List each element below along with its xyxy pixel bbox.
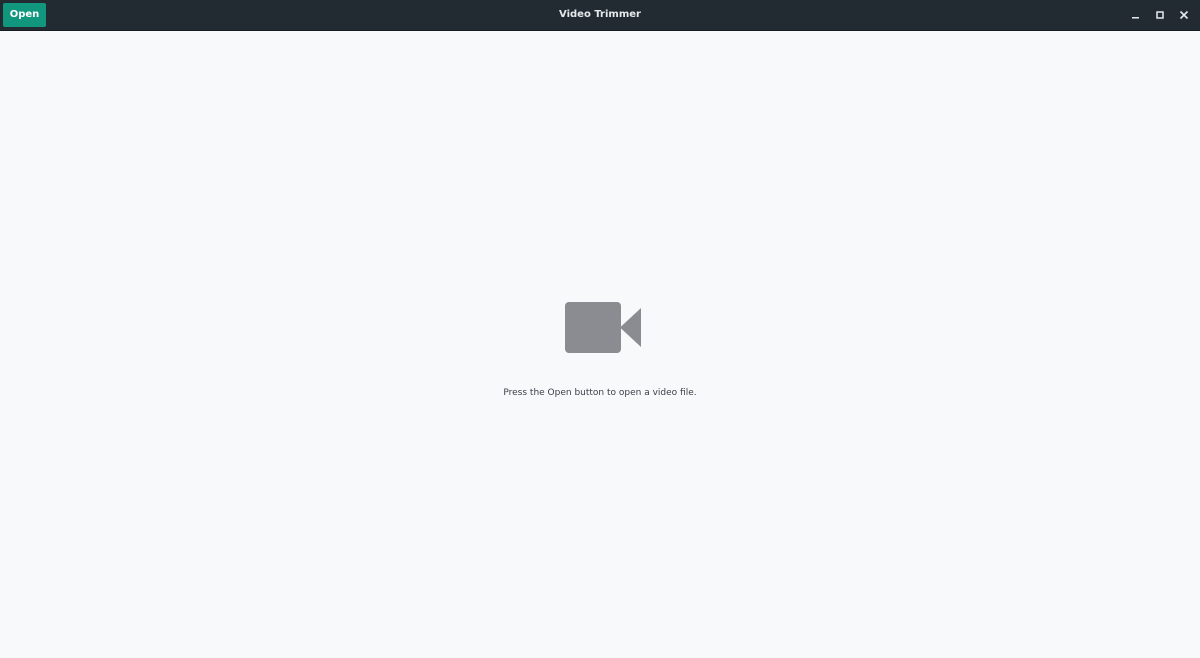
empty-state: Press the Open button to open a video fi… bbox=[0, 31, 1200, 658]
headerbar: Open Video Trimmer bbox=[0, 0, 1200, 31]
maximize-icon bbox=[1156, 11, 1164, 19]
empty-state-message: Press the Open button to open a video fi… bbox=[503, 388, 697, 398]
window-title: Video Trimmer bbox=[559, 9, 641, 20]
maximize-button[interactable] bbox=[1150, 5, 1170, 25]
close-button[interactable] bbox=[1174, 5, 1194, 25]
video-camera-icon bbox=[565, 302, 641, 353]
open-button[interactable]: Open bbox=[3, 3, 46, 27]
app-window: Open Video Trimmer Press the Open button… bbox=[0, 0, 1200, 658]
minimize-icon bbox=[1132, 17, 1139, 19]
close-icon bbox=[1179, 10, 1189, 20]
minimize-button[interactable] bbox=[1126, 5, 1146, 25]
window-controls bbox=[1126, 5, 1194, 25]
